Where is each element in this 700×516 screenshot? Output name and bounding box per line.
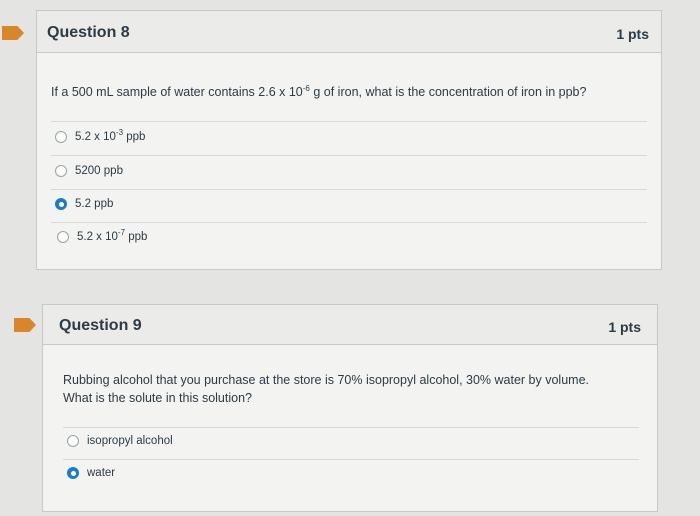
radio-button[interactable] [55, 165, 67, 177]
answer-option[interactable]: 5.2 x 10-7 ppb [57, 228, 148, 243]
answer-divider [51, 222, 647, 223]
radio-button[interactable] [67, 435, 79, 447]
question-flag-icon[interactable] [14, 318, 36, 332]
question-flag-icon[interactable] [2, 26, 24, 40]
radio-button-selected[interactable] [67, 467, 79, 479]
answer-label: 5.2 x 10-3 ppb [75, 128, 146, 143]
answer-divider [51, 155, 647, 156]
question-header: Question 8 1 pts [37, 11, 661, 53]
question-card: Question 8 1 pts If a 500 mL sample of w… [36, 10, 662, 270]
radio-button[interactable] [57, 231, 69, 243]
answer-label: isopropyl alcohol [87, 435, 173, 447]
question-card: Question 9 1 pts Rubbing alcohol that yo… [42, 304, 658, 512]
question-points: 1 pts [608, 319, 641, 335]
radio-button[interactable] [55, 131, 67, 143]
answer-option[interactable]: water [67, 467, 115, 479]
answer-label: water [87, 467, 116, 479]
answer-divider [63, 459, 639, 460]
question-header: Question 9 1 pts [43, 305, 657, 345]
radio-button-selected[interactable] [55, 198, 67, 210]
question-text: Rubbing alcohol that you purchase at the… [63, 373, 589, 405]
question-title: Question 8 [47, 24, 130, 41]
answer-label: 5.2 x 10-7 ppb [77, 228, 148, 243]
question-title: Question 9 [59, 317, 142, 334]
answer-label: 5.2 ppb [75, 198, 114, 210]
answer-option[interactable]: 5.2 ppb [55, 198, 113, 210]
answers-divider [63, 427, 639, 428]
answer-option[interactable]: isopropyl alcohol [67, 435, 173, 447]
answer-option[interactable]: 5.2 x 10-3 ppb [55, 128, 146, 143]
answer-divider [51, 189, 647, 190]
answer-option[interactable]: 5200 ppb [55, 165, 123, 177]
question-text: If a 500 mL sample of water contains 2.6… [51, 83, 587, 99]
answers-divider [51, 121, 647, 122]
question-points: 1 pts [616, 26, 649, 42]
answer-label: 5200 ppb [75, 165, 123, 177]
